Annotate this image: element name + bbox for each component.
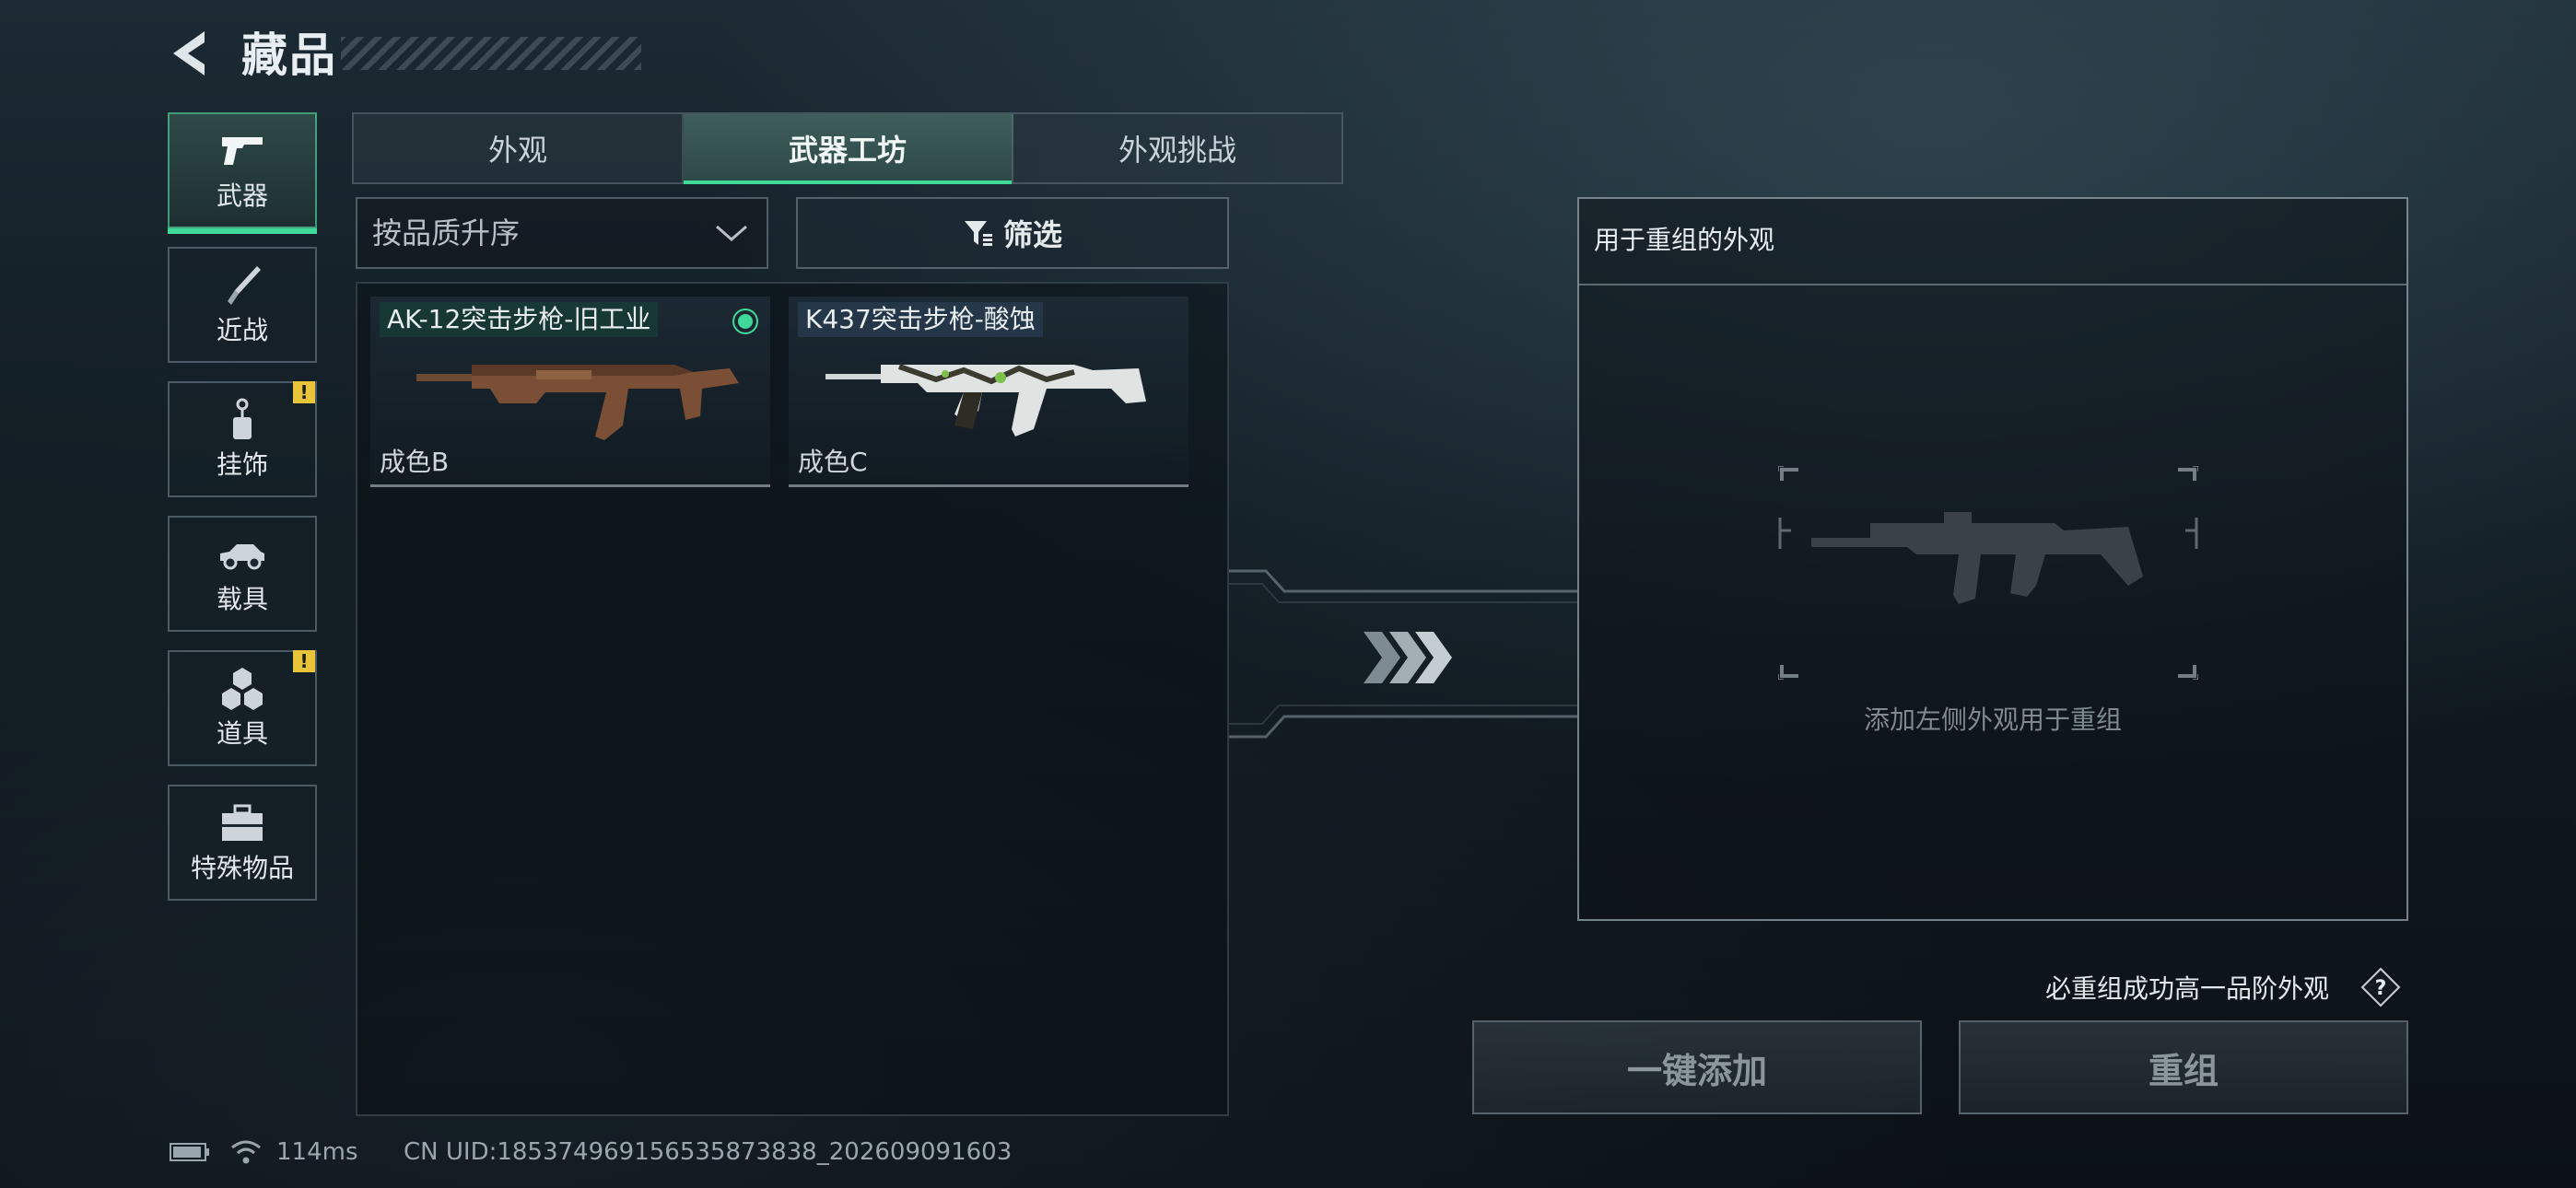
forward-chevrons-icon (1364, 632, 1452, 683)
sort-select[interactable]: 按品质升序 (356, 197, 768, 269)
filter-button[interactable]: 筛选 (796, 197, 1229, 269)
card-name: AK-12突击步枪-旧工业 (380, 302, 659, 337)
card-grade: 成色C (798, 447, 868, 477)
items-icon (222, 668, 263, 710)
sidebar-item-weapons[interactable]: 武器 (168, 112, 317, 234)
sidebar-item-label: 近战 (216, 315, 268, 345)
sidebar-item-charms[interactable]: 挂饰 ! (168, 381, 317, 497)
knife-icon (228, 266, 261, 305)
sidebar-item-melee[interactable]: 近战 (168, 247, 317, 363)
sidebar-item-special[interactable]: 特殊物品 (168, 785, 317, 901)
filter-icon (964, 221, 992, 246)
tab-bar: 外观 武器工坊 外观挑战 (352, 112, 1343, 184)
user-uid: CN UID:185374969156535873838_20260909160… (404, 1138, 1013, 1166)
tab-appearance-challenge[interactable]: 外观挑战 (1013, 114, 1341, 182)
sidebar-item-items[interactable]: 道具 ! (168, 650, 317, 766)
equipped-indicator-icon (732, 309, 758, 334)
sidebar-item-label: 武器 (216, 181, 268, 211)
add-all-button[interactable]: 一键添加 (1472, 1020, 1922, 1114)
card-name: K437突击步枪-酸蚀 (798, 302, 1043, 337)
recompose-title: 用于重组的外观 (1594, 225, 1775, 255)
wifi-icon (231, 1140, 261, 1164)
guarantee-text: 必重组成功高一品阶外观 (2045, 973, 2330, 1004)
warning-badge: ! (293, 650, 315, 672)
vehicle-icon (220, 544, 264, 570)
page-title: 藏品 (241, 29, 337, 82)
skin-card[interactable]: K437突击步枪-酸蚀 成色C (789, 297, 1188, 487)
sidebar-item-vehicles[interactable]: 载具 (168, 516, 317, 632)
sidebar-item-label: 特殊物品 (190, 853, 294, 883)
warning-badge: ! (293, 381, 315, 403)
divider (1579, 284, 2406, 285)
back-arrow-icon[interactable] (168, 28, 214, 79)
help-icon[interactable]: ? (2360, 967, 2401, 1007)
tab-appearance[interactable]: 外观 (354, 114, 684, 182)
sidebar-item-label: 载具 (216, 584, 268, 614)
sidebar-item-label: 挂饰 (216, 449, 268, 480)
empty-slot-rifle-icon[interactable] (1778, 466, 2198, 680)
skin-card[interactable]: AK-12突击步枪-旧工业 成色B (370, 297, 770, 487)
filter-label: 筛选 (1002, 217, 1062, 252)
chevron-down-icon (716, 225, 747, 241)
svg-text:?: ? (2375, 977, 2387, 1000)
tab-weapon-workshop[interactable]: 武器工坊 (684, 114, 1013, 184)
pistol-icon (222, 137, 263, 165)
toolbox-icon (222, 804, 263, 841)
recompose-button[interactable]: 重组 (1959, 1020, 2408, 1114)
battery-icon (170, 1143, 209, 1161)
k437-rifle-image (825, 364, 1146, 437)
title-decoration (341, 37, 641, 70)
charm-icon (233, 398, 252, 439)
recompose-hint: 添加左侧外观用于重组 (1863, 705, 2122, 735)
recompose-connector (1229, 569, 1577, 739)
sort-value: 按品质升序 (372, 215, 521, 250)
sidebar-item-label: 道具 (216, 718, 268, 749)
ak12-rifle-image (416, 365, 739, 440)
ping-readout: 114ms (276, 1138, 358, 1166)
card-grade: 成色B (380, 447, 450, 477)
